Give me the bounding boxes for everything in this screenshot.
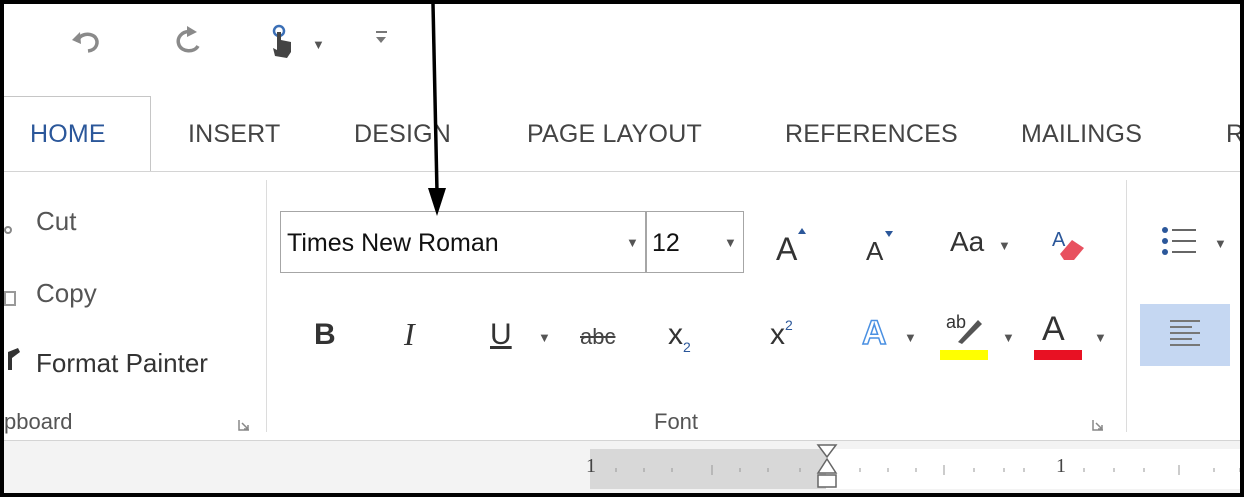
bullets-icon[interactable] (1160, 224, 1200, 260)
font-color-dropdown-icon[interactable]: ▼ (1094, 330, 1107, 345)
underline-dropdown-icon[interactable]: ▼ (538, 330, 551, 345)
tab-mailings[interactable]: MAILINGS (1021, 120, 1142, 149)
highlight-color-bar (940, 350, 988, 360)
clipboard-launcher-icon[interactable] (238, 418, 250, 431)
redo-icon[interactable] (170, 22, 208, 68)
subscript-2: 2 (683, 339, 691, 355)
align-left-button[interactable] (1140, 304, 1230, 366)
clipboard-separator (266, 180, 267, 432)
tab-insert[interactable]: INSERT (188, 120, 280, 149)
font-group-label: Font (654, 409, 699, 434)
font-color-button[interactable]: A (1034, 310, 1084, 360)
format-painter-button[interactable]: Format Painter (36, 348, 208, 379)
highlight-dropdown-icon[interactable]: ▼ (1002, 330, 1015, 345)
bullets-dropdown-icon[interactable]: ▼ (1214, 236, 1227, 251)
touch-mode-icon[interactable] (267, 22, 307, 70)
clipboard-group-label: pboard (4, 409, 73, 434)
format-painter-icon (4, 346, 24, 374)
svg-text:A: A (776, 231, 798, 264)
customize-qat-icon[interactable] (376, 31, 388, 45)
horizontal-ruler: 1 1 (4, 440, 1240, 497)
text-effects-button[interactable]: A (861, 313, 887, 353)
indent-marker-icon[interactable] (816, 443, 838, 497)
copy-icon (4, 286, 18, 308)
svg-text:A: A (866, 236, 884, 264)
font-launcher-icon[interactable] (1092, 418, 1104, 431)
svg-text:A: A (1052, 229, 1066, 251)
tab-review[interactable]: R (1226, 120, 1240, 149)
ruler-left-number: 1 (586, 455, 596, 477)
undo-icon[interactable] (68, 22, 106, 68)
clear-formatting-icon[interactable]: A (1050, 224, 1090, 269)
font-size-value: 12 (652, 229, 680, 257)
grow-font-icon[interactable]: A (774, 224, 808, 269)
cut-icon (4, 216, 18, 236)
superscript-button[interactable]: x2 (770, 317, 793, 352)
font-size-dropdown-icon[interactable]: ▼ (724, 235, 737, 250)
subscript-button[interactable]: x2 (668, 318, 691, 355)
change-case-dropdown-icon[interactable]: ▼ (998, 238, 1011, 253)
font-name-dropdown-icon[interactable]: ▼ (626, 235, 639, 250)
underline-button[interactable]: U (490, 318, 512, 352)
ruler-ticks (615, 465, 1240, 475)
strikethrough-button[interactable]: abc (580, 324, 615, 350)
align-left-icon (1170, 320, 1200, 346)
shrink-font-icon[interactable]: A (864, 228, 898, 269)
touch-mode-dropdown-icon[interactable]: ▼ (312, 37, 325, 52)
tab-page-layout[interactable]: PAGE LAYOUT (527, 120, 702, 149)
text-effects-dropdown-icon[interactable]: ▼ (904, 330, 917, 345)
highlighter-pen-icon (958, 320, 982, 344)
subscript-x: x (668, 318, 683, 351)
copy-button[interactable]: Copy (36, 278, 97, 309)
highlight-button[interactable]: ab (940, 310, 990, 360)
bold-button[interactable]: B (314, 318, 336, 352)
font-separator (1126, 180, 1127, 432)
superscript-x: x (770, 318, 785, 351)
font-color-letter: A (1042, 310, 1065, 348)
annotation-arrow (428, 4, 446, 216)
cut-button[interactable]: Cut (36, 206, 76, 237)
tab-references[interactable]: REFERENCES (785, 120, 958, 149)
italic-button[interactable]: I (404, 316, 415, 353)
word-window: ▼ HOME INSERT DESIGN PAGE LAYOUT REFEREN… (0, 0, 1244, 497)
font-color-bar (1034, 350, 1082, 360)
change-case-button[interactable]: Aa (950, 226, 984, 258)
font-name-value: Times New Roman (287, 229, 499, 257)
tab-home[interactable]: HOME (30, 120, 106, 149)
superscript-2: 2 (785, 317, 793, 333)
